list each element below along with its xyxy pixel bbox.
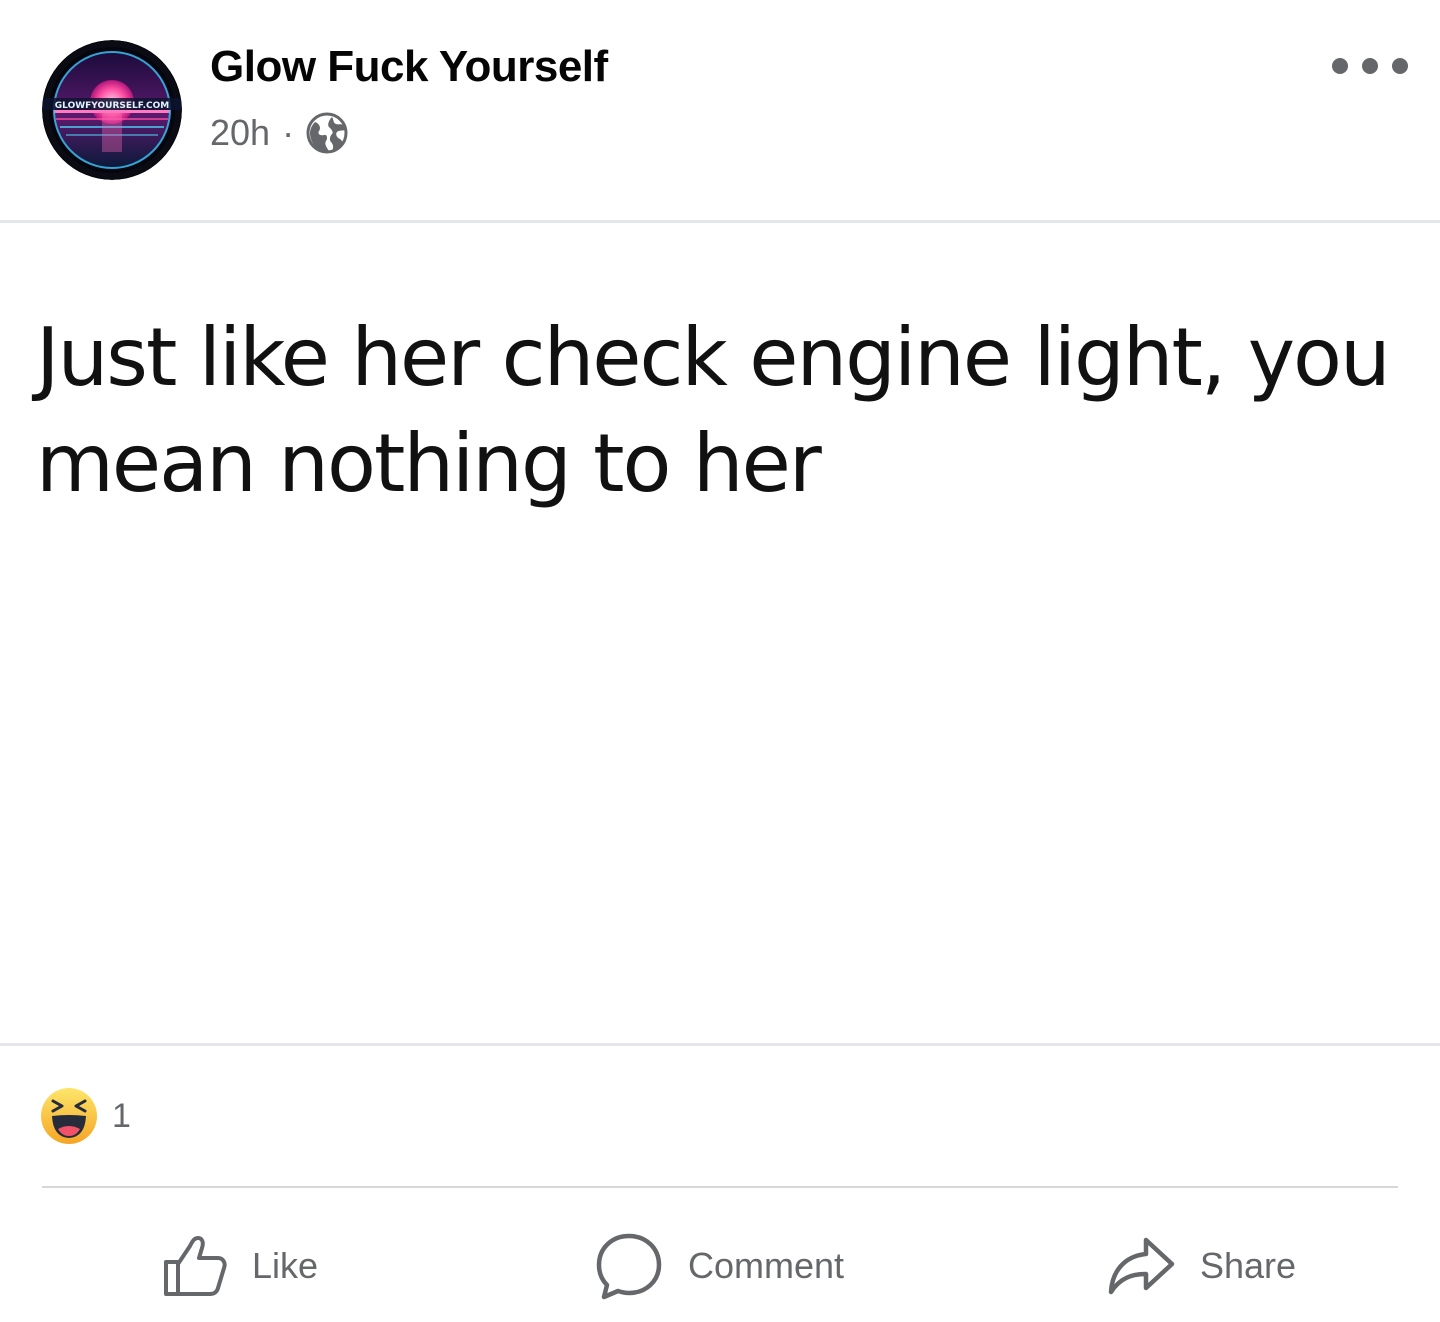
globe-icon [306, 112, 348, 154]
image-divider [0, 1043, 1440, 1046]
share-label: Share [1200, 1245, 1297, 1286]
thumbs-up-icon [160, 1232, 228, 1300]
comment-label: Comment [688, 1245, 845, 1286]
comment-bubble-icon [594, 1231, 664, 1301]
page-avatar[interactable]: GLOWFYOURSELF.COM [42, 40, 182, 180]
post-meta: 20h · [210, 110, 348, 156]
share-arrow-icon [1106, 1234, 1176, 1298]
post-timestamp[interactable]: 20h [210, 112, 270, 154]
like-button[interactable]: Like [160, 1224, 318, 1308]
reactions-summary[interactable]: 1 [40, 1086, 131, 1146]
actions-divider [42, 1186, 1398, 1188]
page-name[interactable]: Glow Fuck Yourself [210, 42, 608, 92]
meta-separator: · [282, 112, 295, 153]
comment-button[interactable]: Comment [594, 1224, 844, 1308]
post-header: GLOWFYOURSELF.COM Glow Fuck Yourself 20h… [0, 0, 1440, 220]
post-image-text: Just like her check engine light, you me… [36, 311, 1391, 510]
more-dot [1362, 58, 1378, 74]
like-label: Like [252, 1245, 319, 1286]
share-button[interactable]: Share [1106, 1224, 1296, 1308]
more-dot [1392, 58, 1408, 74]
avatar-logo-text: GLOWFYOURSELF.COM [55, 101, 169, 111]
haha-reaction-icon [40, 1087, 98, 1145]
avatar-logo: GLOWFYOURSELF.COM [42, 40, 182, 180]
more-dot [1332, 58, 1348, 74]
more-options-icon[interactable] [1332, 48, 1408, 84]
reaction-count: 1 [112, 1096, 131, 1135]
action-bar: Like Comment Share [0, 1224, 1440, 1308]
